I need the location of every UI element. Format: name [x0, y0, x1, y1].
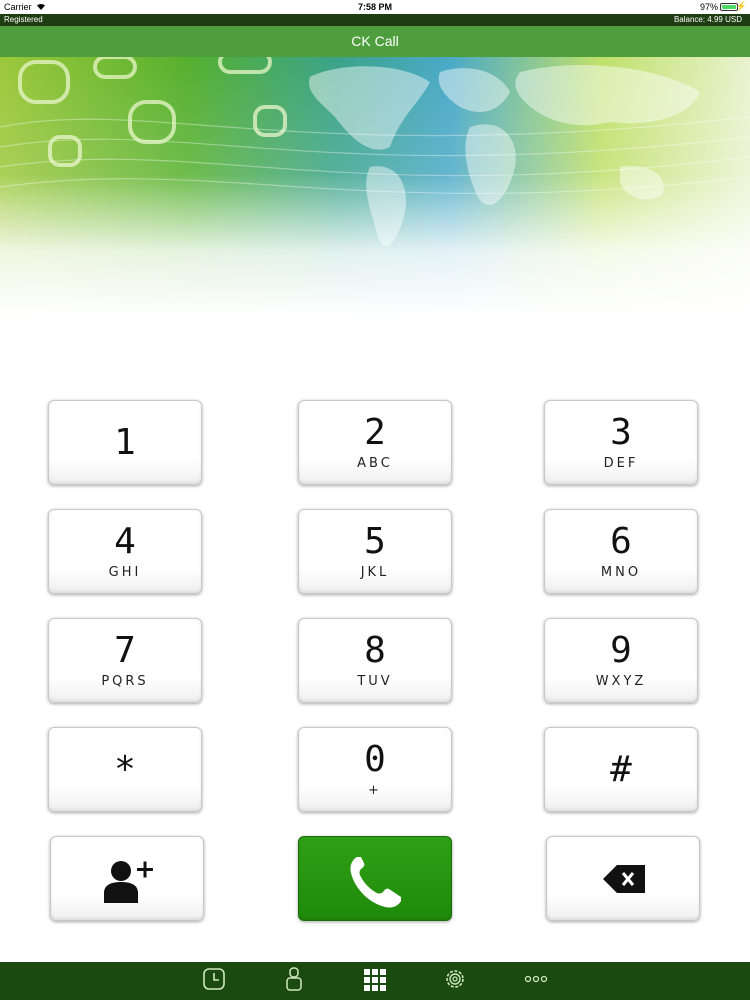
tab-keypad[interactable]	[355, 962, 395, 1000]
key-letters: DEF	[603, 456, 639, 471]
call-button[interactable]	[298, 836, 452, 921]
backspace-button[interactable]	[546, 836, 700, 921]
registration-status: Registered	[4, 15, 43, 24]
key-8[interactable]: 8 TUV	[298, 618, 452, 703]
key-digit: 4	[114, 521, 136, 562]
key-hash[interactable]: #	[544, 727, 698, 812]
keypad-grid-icon	[355, 962, 395, 1000]
key-digit: 2	[364, 412, 386, 453]
key-digit: 1	[114, 422, 136, 463]
key-letters: TUV	[357, 674, 393, 689]
more-dots-icon	[516, 962, 556, 1000]
add-contact-icon	[51, 837, 203, 920]
person-icon	[274, 962, 314, 1000]
key-digit: #	[610, 749, 632, 790]
key-digit: 0	[364, 739, 386, 780]
key-3[interactable]: 3 DEF	[544, 400, 698, 485]
tab-settings[interactable]	[435, 962, 475, 1000]
key-9[interactable]: 9 WXYZ	[544, 618, 698, 703]
key-7[interactable]: 7 PQRS	[48, 618, 202, 703]
add-contact-button[interactable]	[50, 836, 204, 921]
key-letters: PQRS	[101, 674, 149, 689]
nav-bar: CK Call	[0, 26, 750, 57]
key-digit: 9	[610, 630, 632, 671]
key-digit: *	[114, 749, 136, 790]
key-0[interactable]: 0 +	[298, 727, 452, 812]
world-map-banner	[0, 57, 750, 317]
phone-icon	[299, 837, 451, 920]
tab-bar	[0, 962, 750, 1000]
key-letters: ABC	[357, 456, 393, 471]
clock-icon	[193, 962, 233, 1000]
key-digit: 3	[610, 412, 632, 453]
backspace-icon	[547, 837, 699, 920]
key-digit: 5	[364, 521, 386, 562]
account-balance: Balance: 4.99 USD	[673, 15, 742, 24]
key-1[interactable]: 1	[48, 400, 202, 485]
app-title: CK Call	[351, 33, 399, 49]
key-4[interactable]: 4 GHI	[48, 509, 202, 594]
tab-recents[interactable]	[193, 962, 233, 1000]
key-letters: WXYZ	[595, 674, 647, 689]
gear-icon	[435, 962, 475, 1000]
tab-contacts[interactable]	[274, 962, 314, 1000]
status-bar: Carrier 7:58 PM 97% ⚡	[0, 0, 750, 14]
key-letters: GHI	[108, 565, 142, 580]
key-5[interactable]: 5 JKL	[298, 509, 452, 594]
key-digit: 7	[114, 630, 136, 671]
clock-time: 7:58 PM	[357, 2, 392, 12]
charging-icon: ⚡	[735, 1, 747, 11]
key-letters: JKL	[360, 565, 390, 580]
key-letters: MNO	[600, 565, 642, 580]
key-digit: 8	[364, 630, 386, 671]
key-digit: 6	[610, 521, 632, 562]
key-letters: +	[368, 783, 382, 798]
battery-percent: 97%	[699, 2, 718, 12]
key-2[interactable]: 2 ABC	[298, 400, 452, 485]
key-6[interactable]: 6 MNO	[544, 509, 698, 594]
tab-more[interactable]	[516, 962, 556, 1000]
registration-strip: Registered Balance: 4.99 USD	[0, 14, 750, 26]
key-star[interactable]: *	[48, 727, 202, 812]
